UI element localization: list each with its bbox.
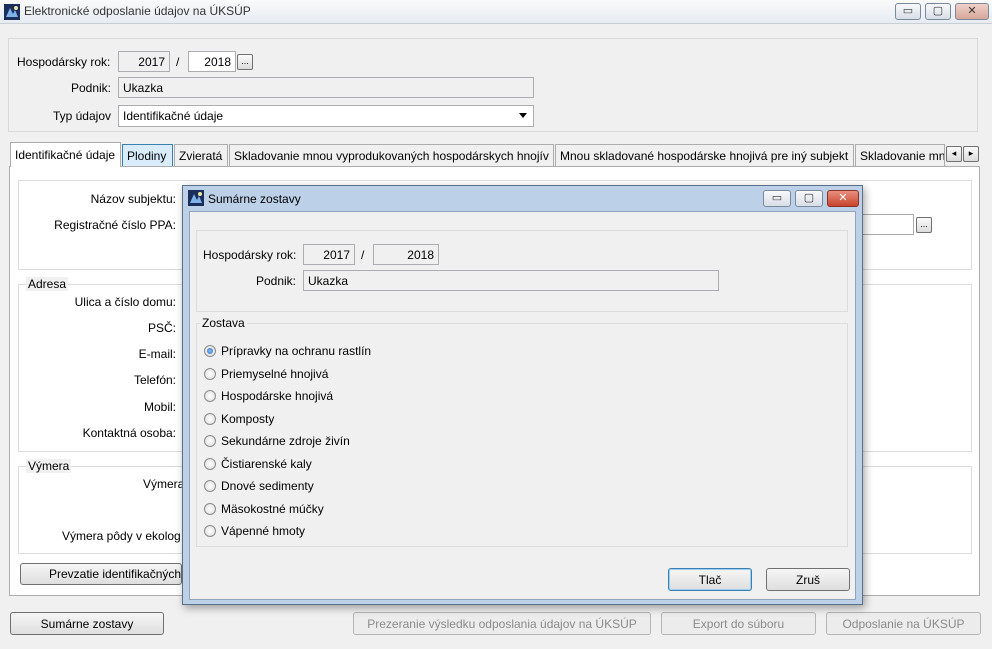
tab-own-manure-storage[interactable]: Skladovanie mnou vyprodukovaných hospodá… xyxy=(229,144,554,166)
dialog-body: Hospodársky rok: 2017 / 2018 Podnik: Uka… xyxy=(189,211,856,600)
mobile-label: Mobil: xyxy=(143,400,176,414)
dialog-year-from-field[interactable]: 2017 xyxy=(303,244,355,265)
year-picker-button[interactable]: ... xyxy=(237,54,253,70)
cancel-button[interactable]: Zruš xyxy=(766,568,850,591)
chevron-down-icon xyxy=(519,113,527,118)
report-option-label: Mäsokostné múčky xyxy=(221,501,324,516)
dialog-close-button[interactable]: ✕ xyxy=(827,190,859,207)
year-to-field[interactable]: 2018 xyxy=(188,51,236,72)
report-option[interactable]: Mäsokostné múčky xyxy=(204,498,504,521)
report-option[interactable]: Hospodárske hnojivá xyxy=(204,385,504,408)
psc-label: PSČ: xyxy=(147,321,176,335)
minimize-button[interactable]: ▭ xyxy=(895,3,921,20)
export-to-file-button[interactable]: Export do súboru xyxy=(661,612,816,635)
year-separator: / xyxy=(176,55,180,69)
type-select-value: Identifikačné údaje xyxy=(123,109,224,123)
tab-animals[interactable]: Zvieratá xyxy=(174,144,228,166)
area-label: Výmera xyxy=(143,477,185,491)
tab-manure-for-other[interactable]: Mnou skladované hospodárske hnojivá pre … xyxy=(555,144,854,166)
report-option[interactable]: Čistiarenské kaly xyxy=(204,453,504,476)
window-title: Elektronické odposlanie údajov na ÚKSÚP xyxy=(24,4,251,18)
report-option[interactable]: Dnové sedimenty xyxy=(204,475,504,498)
report-option[interactable]: Vápenné hmoty xyxy=(204,520,504,543)
tab-scroll-right-icon[interactable]: ▸ xyxy=(963,146,979,162)
summary-reports-button[interactable]: Sumárne zostavy xyxy=(10,612,164,635)
report-option[interactable]: Komposty xyxy=(204,408,504,431)
report-option-label: Dnové sedimenty xyxy=(221,479,314,494)
print-button[interactable]: Tlač xyxy=(668,568,752,591)
maximize-icon: ▢ xyxy=(932,5,944,17)
company-label: Podnik: xyxy=(70,81,111,95)
email-label: E-mail: xyxy=(138,347,176,361)
review-results-button[interactable]: Prezeranie výsledku odposlania údajov na… xyxy=(353,612,651,635)
close-icon: ✕ xyxy=(838,192,848,204)
tab-identification[interactable]: Identifikačné údaje xyxy=(10,142,121,167)
type-select[interactable]: Identifikačné údaje xyxy=(118,105,534,127)
area-group-title: Výmera xyxy=(26,459,72,473)
radio-icon[interactable] xyxy=(204,390,216,403)
dialog-year-label: Hospodársky rok: xyxy=(203,248,297,262)
ppa-label: Registračné číslo PPA: xyxy=(54,218,176,232)
dialog-minimize-button[interactable]: ▭ xyxy=(763,190,791,207)
ellipsis-icon: ... xyxy=(241,56,249,66)
radio-icon[interactable] xyxy=(204,435,216,448)
report-option-label: Priemyselné hnojivá xyxy=(221,366,329,381)
radio-icon[interactable] xyxy=(204,457,216,470)
report-group-title: Zostava xyxy=(200,316,247,330)
report-option[interactable]: Sekundárne zdroje živín xyxy=(204,430,504,453)
phone-label: Telefón: xyxy=(133,373,176,387)
dialog-title: Sumárne zostavy xyxy=(208,192,301,206)
report-option-label: Sekundárne zdroje živín xyxy=(221,434,350,449)
year-label: Hospodársky rok: xyxy=(17,55,111,69)
contact-person-label: Kontaktná osoba: xyxy=(82,426,176,440)
tab-storage-more[interactable]: Skladovanie mn xyxy=(855,144,945,166)
ppa-field[interactable] xyxy=(862,214,914,235)
app-icon xyxy=(4,4,20,20)
dialog-year-to-field[interactable]: 2018 xyxy=(373,244,439,265)
report-option-label: Čistiarenské kaly xyxy=(221,456,312,471)
report-option-label: Hospodárske hnojivá xyxy=(221,389,334,404)
report-option[interactable]: Prípravky na ochranu rastlín xyxy=(204,340,504,363)
send-to-uksup-button[interactable]: Odposlanie na ÚKSÚP xyxy=(826,612,981,635)
dialog-company-field[interactable]: Ukazka xyxy=(303,270,719,291)
type-label: Typ údajov xyxy=(52,109,111,123)
minimize-icon: ▭ xyxy=(771,192,783,204)
report-option-label: Prípravky na ochranu rastlín xyxy=(221,344,372,359)
maximize-button[interactable]: ▢ xyxy=(925,3,951,20)
dialog-year-separator: / xyxy=(361,248,365,262)
report-options: Prípravky na ochranu rastlín Priemyselné… xyxy=(204,340,504,543)
close-icon: ✕ xyxy=(967,5,977,17)
radio-icon[interactable] xyxy=(204,525,216,538)
minimize-icon: ▭ xyxy=(902,5,914,17)
eco-area-label: Výmera pôdy v ekolog xyxy=(62,529,181,543)
company-field[interactable]: Ukazka xyxy=(118,77,534,98)
report-option[interactable]: Priemyselné hnojivá xyxy=(204,363,504,386)
street-label: Ulica a číslo domu: xyxy=(74,295,176,309)
radio-icon[interactable] xyxy=(204,502,216,515)
year-from-field[interactable]: 2017 xyxy=(118,51,170,72)
address-group-title: Adresa xyxy=(26,277,69,291)
tab-scroll-left-icon[interactable]: ◂ xyxy=(946,146,962,162)
subject-name-label: Názov subjektu: xyxy=(90,192,176,206)
radio-icon[interactable] xyxy=(204,412,216,425)
radio-icon[interactable] xyxy=(204,480,216,493)
report-option-label: Vápenné hmoty xyxy=(221,524,306,539)
import-identification-button[interactable]: Prevzatie identifikačných xyxy=(20,563,182,585)
close-button[interactable]: ✕ xyxy=(955,3,989,20)
dialog-titlebar: Sumárne zostavy ▭ ▢ ✕ xyxy=(183,186,862,211)
ellipsis-icon: ... xyxy=(920,219,928,229)
ppa-picker-button[interactable]: ... xyxy=(916,217,932,233)
radio-checked-icon[interactable] xyxy=(204,345,216,358)
report-option-label: Komposty xyxy=(221,411,275,426)
dialog-maximize-button[interactable]: ▢ xyxy=(795,190,823,207)
window-titlebar: Elektronické odposlanie údajov na ÚKSÚP … xyxy=(0,0,992,24)
tab-crops[interactable]: Plodiny xyxy=(122,144,173,166)
summary-reports-dialog: Sumárne zostavy ▭ ▢ ✕ Hospodársky rok: 2… xyxy=(182,185,863,605)
dialog-company-label: Podnik: xyxy=(255,274,296,288)
maximize-icon: ▢ xyxy=(803,192,815,204)
app-icon xyxy=(188,190,204,206)
radio-icon[interactable] xyxy=(204,367,216,380)
